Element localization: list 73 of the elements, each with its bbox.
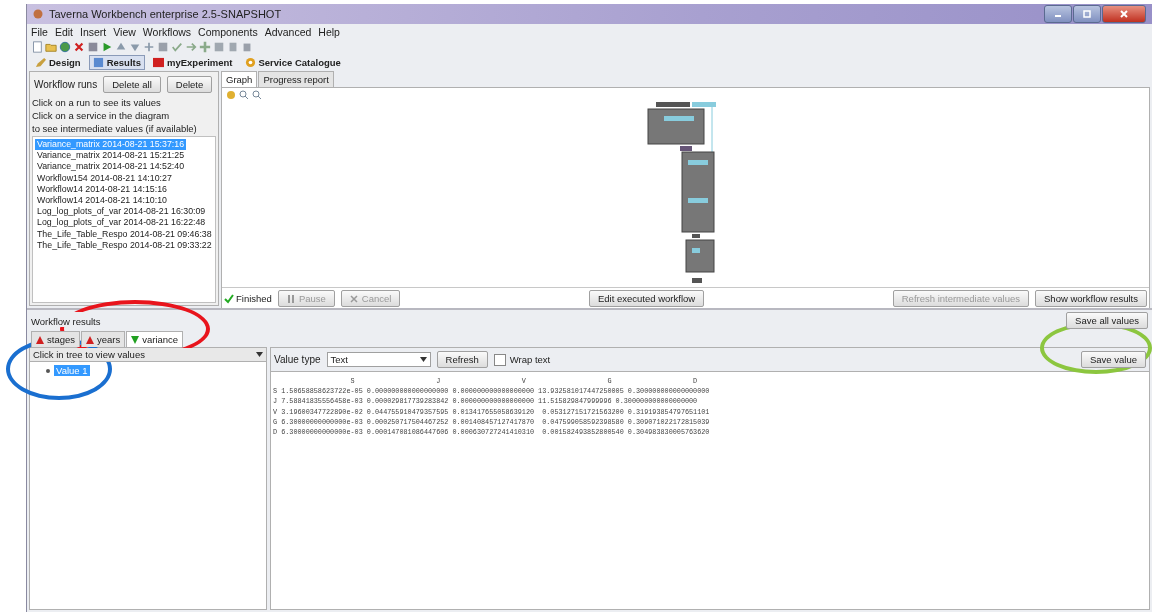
panel-title: Workflow runs	[34, 79, 98, 90]
pencil-icon	[35, 57, 46, 68]
close-icon	[1120, 10, 1128, 18]
delete-button[interactable]: Delete all	[103, 76, 161, 93]
port-tab[interactable]: years	[81, 331, 126, 347]
run-item[interactable]: Log_log_plots_of_var 2014-08-21 16:22:48	[35, 217, 208, 229]
hint-text: Click on a service in the diagram	[32, 110, 171, 121]
close-button[interactable]	[1102, 5, 1146, 23]
dropdown-arrow-icon	[256, 352, 263, 357]
down-arrow-icon[interactable]	[129, 41, 141, 53]
panel-title: Workflow results	[31, 312, 101, 327]
check-icon[interactable]	[171, 41, 183, 53]
port-tab[interactable]: variance	[126, 331, 184, 347]
finished-status: Finished	[224, 293, 272, 304]
run-item[interactable]: Workflow154 2014-08-21 14:10:27	[35, 172, 174, 184]
run-item[interactable]: Variance_matrix 2014-08-21 15:21:25	[35, 150, 187, 162]
run-item[interactable]: Log_log_plots_of_var 2014-08-21 16:30:09	[35, 206, 208, 218]
window-title: Taverna Workbench enterprise 2.5-SNAPSHOT	[49, 8, 283, 20]
minimize-button[interactable]	[1044, 5, 1072, 23]
maximize-icon	[1083, 10, 1091, 18]
run-item[interactable]: The_Life_Table_Respo 2014-08-21 09:33:22	[35, 239, 214, 252]
close-icon	[349, 294, 358, 303]
edit-workflow-button[interactable]: Edit executed workflow	[589, 290, 705, 307]
perspective-tab[interactable]: Service Catalogue	[240, 55, 345, 70]
menu-item[interactable]: Help	[318, 26, 340, 38]
close-icon[interactable]	[73, 41, 85, 53]
zoom-out-icon[interactable]	[252, 90, 262, 100]
save-value-button[interactable]: Save value	[1081, 351, 1146, 368]
menu-item[interactable]: File	[31, 26, 48, 38]
open-folder-icon[interactable]	[45, 41, 57, 53]
up-triangle-icon	[36, 335, 44, 344]
new-file-icon[interactable]	[31, 41, 43, 53]
gear-icon	[244, 57, 256, 68]
app-icon	[33, 9, 43, 19]
up-arrow-icon[interactable]	[115, 41, 127, 53]
menu-item[interactable]: Workflows	[142, 26, 192, 38]
perspective-tab[interactable]: Results	[88, 55, 145, 70]
tree-dropdown[interactable]: Click in tree to view values	[30, 348, 266, 362]
check-icon	[224, 293, 234, 304]
menu-item[interactable]: Edit	[54, 26, 73, 38]
menu-item[interactable]: Insert	[80, 26, 107, 38]
pause-icon	[286, 294, 295, 303]
wrap-text-checkbox[interactable]: Wrap text	[493, 353, 551, 366]
run-item[interactable]: Variance_matrix 2014-08-21 14:52:40	[35, 161, 187, 173]
down-triangle-icon	[131, 335, 140, 344]
port-tab[interactable]: stages	[31, 331, 80, 347]
value-text-area[interactable]	[271, 372, 1149, 609]
menu-item[interactable]: View	[113, 26, 136, 38]
play-icon[interactable]	[101, 41, 113, 53]
zoom-in-icon[interactable]	[239, 90, 249, 100]
bullet-icon	[46, 368, 50, 373]
perspective-tab[interactable]: Design	[31, 55, 85, 70]
maximize-button[interactable]	[1073, 5, 1101, 23]
show-results-button[interactable]: Show workflow results	[1035, 290, 1147, 307]
perspective-tab[interactable]: myExperiment	[149, 55, 237, 70]
value-type-dropdown[interactable]: Text	[326, 352, 431, 367]
run-item[interactable]: Workflow14 2014-08-21 14:10:10	[35, 195, 169, 207]
menu-item[interactable]: Advanced	[264, 26, 312, 38]
view-tab[interactable]: Progress report	[258, 71, 334, 87]
refresh-button[interactable]: Refresh	[436, 351, 488, 368]
value-type-label: Value type	[274, 354, 321, 365]
plus-icon[interactable]	[143, 41, 155, 53]
delete-button[interactable]: Delete	[166, 76, 213, 93]
dropdown-arrow-icon	[419, 357, 427, 362]
cross-icon[interactable]	[199, 41, 211, 53]
run-item[interactable]: Workflow14 2014-08-21 14:15:16	[35, 183, 169, 195]
menu-item[interactable]: Components	[198, 26, 258, 38]
view-tab[interactable]: Graph	[221, 71, 258, 87]
run-item[interactable]: The_Life_Table_Respo 2014-08-21 09:46:38	[35, 228, 214, 240]
hint-text: to see intermediate values (if available)	[32, 123, 198, 134]
up-triangle-icon	[86, 335, 94, 344]
hint-text: Click on a run to see its values	[32, 97, 162, 108]
save-all-button[interactable]: Save all values	[1066, 312, 1148, 329]
